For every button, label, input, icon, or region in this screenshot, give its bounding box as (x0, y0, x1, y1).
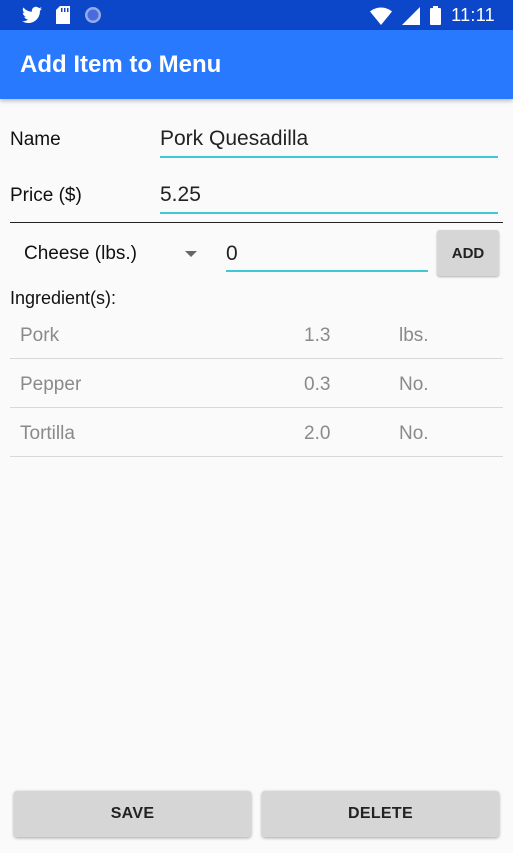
list-item[interactable]: Tortilla 2.0 No. (10, 408, 503, 457)
sync-circle-icon (85, 7, 101, 23)
page-title: Add Item to Menu (20, 51, 222, 78)
form-divider (10, 222, 503, 223)
add-ingredient-button[interactable]: ADD (437, 230, 499, 276)
ingredient-name: Pork (20, 325, 60, 346)
price-input[interactable]: 5.25 (160, 183, 498, 214)
ingredient-quantity: 1.3 (304, 325, 331, 346)
ingredient-unit: No. (399, 423, 429, 444)
ingredient-quantity: 0.3 (304, 374, 331, 395)
name-label: Name (10, 129, 61, 150)
battery-icon (430, 6, 442, 25)
list-item[interactable]: Pepper 0.3 No. (10, 359, 503, 408)
save-button[interactable]: SAVE (14, 791, 251, 837)
wifi-icon (370, 7, 393, 25)
ingredient-spinner-value: Cheese (lbs.) (24, 243, 137, 264)
ingredients-list: Pork 1.3 lbs. Pepper 0.3 No. Tortilla 2.… (10, 310, 503, 457)
ingredients-title: Ingredient(s): (10, 288, 117, 308)
quantity-input[interactable]: 0 (226, 242, 428, 272)
twitter-icon (22, 6, 42, 23)
ingredient-unit: lbs. (399, 325, 429, 346)
status-time: 11:11 (451, 5, 495, 25)
signal-icon (402, 6, 421, 25)
chevron-down-icon (185, 251, 197, 257)
ingredient-quantity: 2.0 (304, 423, 331, 444)
name-input[interactable]: Pork Quesadilla (160, 127, 498, 158)
status-right-icons: 11:11 (370, 5, 495, 26)
ingredient-name: Pepper (20, 374, 82, 395)
delete-button[interactable]: DELETE (262, 791, 499, 837)
price-label: Price ($) (10, 185, 82, 206)
list-item[interactable]: Pork 1.3 lbs. (10, 310, 503, 359)
app-bar: Add Item to Menu (0, 30, 513, 99)
ingredient-name: Tortilla (20, 423, 75, 444)
sd-card-icon (56, 6, 70, 24)
status-left-icons (22, 6, 102, 24)
ingredient-unit: No. (399, 374, 429, 395)
status-bar: 11:11 (0, 0, 513, 30)
